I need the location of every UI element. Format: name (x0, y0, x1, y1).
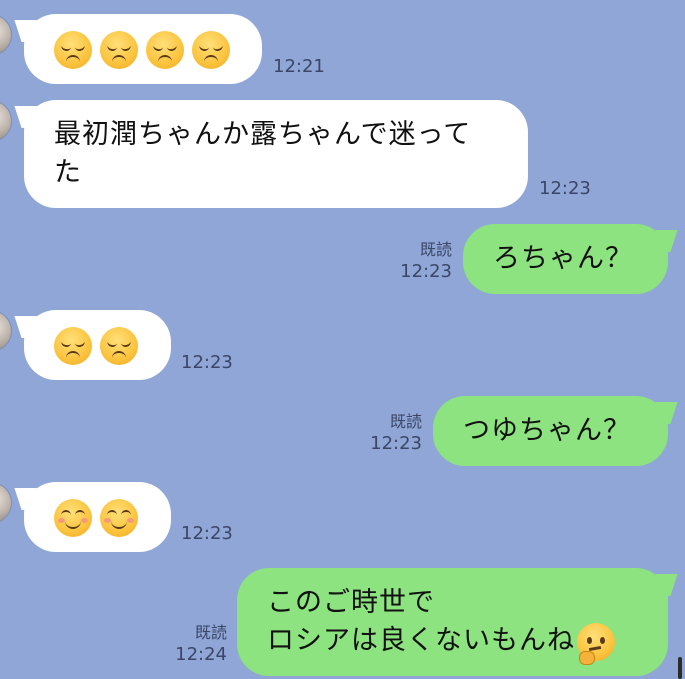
message-text-line: た (54, 157, 82, 188)
message-timestamp: 12:23 (370, 433, 422, 454)
contact-avatar[interactable] (0, 100, 12, 142)
smiling-face-icon (100, 498, 138, 537)
message-text: つゆちゃん？ (463, 415, 631, 446)
thinking-face-icon (577, 622, 615, 665)
disappointed-face-icon (192, 30, 230, 69)
outgoing-message-bubble[interactable]: ろちゃん？ (463, 224, 668, 294)
message-meta: 既読 12:23 (400, 240, 452, 284)
read-receipt: 既読 (194, 623, 227, 642)
disappointed-face-icon (146, 30, 184, 69)
message-text-segment: ロシアは良くないもんね (267, 625, 575, 656)
scrollbar[interactable] (678, 657, 682, 679)
incoming-message-bubble[interactable] (24, 482, 171, 552)
disappointed-face-icon (100, 326, 138, 365)
incoming-message-bubble[interactable]: 最初潤ちゃんか露ちゃんで迷って た (24, 100, 528, 208)
outgoing-message-bubble[interactable]: つゆちゃん？ (433, 396, 668, 466)
contact-avatar[interactable] (0, 482, 12, 524)
message-text-line: 最初潤ちゃんか露ちゃんで迷って (54, 119, 472, 150)
outgoing-message-bubble[interactable]: このご時世で ロシアは良くないもんね (237, 568, 668, 676)
message-timestamp: 12:21 (273, 56, 325, 77)
chat-thread[interactable]: 12:21 最初潤ちゃんか露ちゃんで迷って た 12:23 既読 12:23 ろ… (0, 0, 685, 679)
smiling-face-icon (54, 498, 92, 537)
disappointed-face-icon (54, 30, 92, 69)
disappointed-face-icon (54, 326, 92, 365)
disappointed-face-icon (100, 30, 138, 69)
message-meta: 既読 12:24 (175, 623, 227, 667)
message-text: ろちゃん？ (493, 243, 633, 274)
read-receipt: 既読 (389, 412, 422, 431)
contact-avatar[interactable] (0, 310, 12, 352)
message-text-line: このご時世で (267, 587, 435, 618)
message-timestamp: 12:23 (539, 178, 591, 199)
read-receipt: 既読 (419, 240, 452, 259)
message-meta: 既読 12:23 (370, 412, 422, 456)
message-text-line: ロシアは良くないもんね (267, 622, 668, 665)
incoming-message-bubble[interactable] (24, 310, 171, 380)
message-timestamp: 12:24 (175, 644, 227, 665)
incoming-message-bubble[interactable] (24, 14, 262, 84)
message-timestamp: 12:23 (181, 352, 233, 373)
message-timestamp: 12:23 (400, 261, 452, 282)
message-timestamp: 12:23 (181, 523, 233, 544)
contact-avatar[interactable] (0, 14, 12, 56)
